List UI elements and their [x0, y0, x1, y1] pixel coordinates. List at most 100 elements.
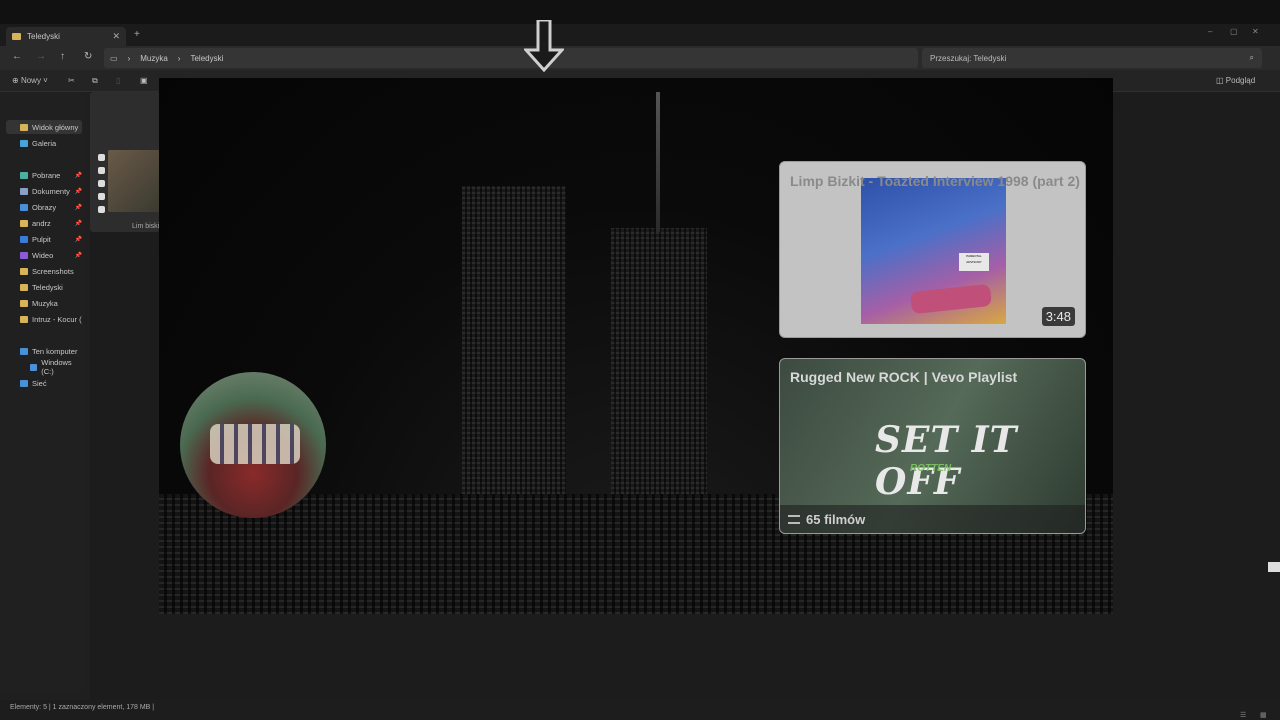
breadcrumb-teledyski[interactable]: Teledyski [190, 54, 223, 63]
breadcrumb-sep-icon: › [127, 53, 131, 63]
up-icon[interactable]: ↑ [60, 51, 65, 62]
address-row: ← → ↑ ↻ ▭ › Muzyka › Teledyski Przeszuka… [0, 46, 1280, 70]
folder-icon [20, 267, 28, 275]
pin-icon: 📌 [74, 220, 82, 227]
file-item[interactable]: Lim biski [90, 92, 160, 232]
new-button[interactable]: ⊕ Nowy ˅ [12, 76, 48, 85]
folder-icon [20, 235, 28, 243]
sidebar-item[interactable]: Pulpit 📌 [6, 232, 82, 246]
rename-icon[interactable]: ▣ [140, 76, 148, 85]
breadcrumb-muzyka[interactable]: Muzyka [140, 54, 168, 63]
sidebar-item-label: Teledyski [32, 282, 63, 292]
sidebar-item-label: andrz [32, 218, 51, 228]
desktop-top-strip [0, 0, 1280, 24]
folder-icon [20, 187, 28, 195]
playlist-count: 65 filmów [780, 505, 1085, 533]
address-bar[interactable]: ▭ › Muzyka › Teledyski [104, 48, 918, 68]
close-window-icon[interactable]: ✕ [1252, 27, 1259, 36]
sidebar-item[interactable]: Dokumenty 📌 [6, 184, 82, 198]
search-box[interactable]: Przeszukaj: Teledyski ⌕ [922, 48, 1262, 68]
sidebar-item-label: Dokumenty [32, 186, 70, 196]
sidebar-item-label: Muzyka [32, 298, 58, 308]
album-art-circle [180, 372, 326, 518]
playlist-card-vevo[interactable]: Rugged New ROCK | Vevo Playlist SET IT O… [779, 358, 1086, 534]
checkbox-icon[interactable] [98, 193, 105, 200]
pin-icon: 📌 [74, 204, 82, 211]
song-title: ROTTEN [910, 463, 952, 474]
checkbox-icon[interactable] [98, 206, 105, 213]
tower-antenna [656, 92, 660, 232]
new-tab-button[interactable]: + [134, 29, 140, 40]
band-name: SET IT OFF [875, 419, 1018, 503]
sidebar-item[interactable]: Ten komputer [6, 344, 82, 358]
sidebar-item[interactable]: Muzyka [6, 296, 82, 310]
sidebar-item-label: Screenshots [32, 266, 74, 276]
folder-icon [20, 139, 28, 147]
checkbox-icon[interactable] [98, 167, 105, 174]
tab-teledyski[interactable]: Teledyski ✕ [6, 27, 126, 46]
tab-label: Teledyski [27, 32, 60, 41]
details-view-icon[interactable]: ☰ [1240, 711, 1246, 719]
paste-icon[interactable]: ▯ [116, 76, 120, 85]
video-duration: 3:48 [1041, 307, 1075, 326]
sidebar-item[interactable]: Screenshots [6, 264, 82, 278]
folder-icon [20, 171, 28, 179]
folder-icon [30, 363, 38, 371]
pin-icon: 📌 [74, 252, 82, 259]
sidebar-item[interactable]: Wideo 📌 [6, 248, 82, 262]
tiles-view-icon[interactable]: ▦ [1260, 711, 1267, 719]
forward-icon[interactable]: → [36, 51, 46, 62]
folder-icon [20, 219, 28, 227]
video-overlay[interactable]: PARENTAL ADVISORY Limp Bizkit - Toazted I… [159, 78, 1113, 614]
preview-button[interactable]: ◫ Podgląd [1216, 76, 1255, 85]
sidebar-item-label: Sieć [32, 378, 47, 388]
sidebar-item-label: Pulpit [32, 234, 51, 244]
search-placeholder: Przeszukaj: Teledyski [930, 53, 1007, 63]
checkbox-icon[interactable] [98, 154, 105, 161]
video-thumbnail [108, 150, 160, 212]
sidebar-item[interactable]: Intruz - Kocur ( [6, 312, 82, 326]
close-tab-icon[interactable]: ✕ [112, 31, 120, 42]
sidebar-item[interactable]: andrz 📌 [6, 216, 82, 230]
sidebar-item[interactable]: Galeria [6, 136, 82, 150]
maximize-icon[interactable]: ▢ [1230, 27, 1238, 36]
status-text: Elementy: 5 | 1 zaznaczony element, 178 … [10, 704, 155, 711]
sidebar-item[interactable]: Widok główny [6, 120, 82, 134]
sidebar-item-label: Ten komputer [32, 346, 78, 356]
video-title: Limp Bizkit - Toazted Interview 1998 (pa… [790, 173, 1080, 189]
refresh-icon[interactable]: ↻ [84, 51, 92, 62]
parental-advisory-badge: PARENTAL ADVISORY [959, 253, 989, 271]
folder-icon [12, 33, 21, 40]
checkbox-icon[interactable] [98, 180, 105, 187]
sidebar-item[interactable]: Obrazy 📌 [6, 200, 82, 214]
cut-icon[interactable]: ✂ [68, 76, 75, 85]
navigation-pane: Widok główny Galeria Pobrane 📌 Dokumenty 📌 Obr… [0, 92, 84, 692]
scrollbar-marker [1268, 562, 1280, 572]
playlist-title: Rugged New ROCK | Vevo Playlist [790, 369, 1018, 385]
playlist-icon [788, 514, 800, 524]
computer-icon: ▭ [110, 53, 118, 63]
folder-icon [20, 299, 28, 307]
sidebar-item[interactable]: Pobrane 📌 [6, 168, 82, 182]
sidebar-item-label: Intruz - Kocur ( [32, 314, 82, 324]
copy-icon[interactable]: ⧉ [92, 76, 98, 86]
album-cover: PARENTAL ADVISORY [861, 178, 1006, 324]
file-name: Lim biski [132, 223, 160, 230]
video-card-limp-bizkit[interactable]: PARENTAL ADVISORY Limp Bizkit - Toazted I… [779, 161, 1086, 338]
minimize-icon[interactable]: – [1208, 27, 1212, 36]
cartoon-figures [210, 424, 300, 464]
sidebar-item[interactable]: Sieć [6, 376, 82, 390]
folder-icon [20, 251, 28, 259]
sidebar-item-label: Obrazy [32, 202, 57, 212]
sidebar-item[interactable]: Windows (C:) [6, 358, 82, 376]
pin-icon: 📌 [74, 172, 82, 179]
search-icon: ⌕ [1249, 53, 1254, 62]
pin-icon: 📌 [74, 188, 82, 195]
sidebar-item-label: Windows (C:) [41, 358, 72, 376]
folder-icon [20, 283, 28, 291]
status-bar: Elementy: 5 | 1 zaznaczony element, 178 … [0, 700, 1280, 720]
down-arrow-icon [524, 20, 564, 72]
back-icon[interactable]: ← [12, 51, 22, 62]
sidebar-item[interactable]: Teledyski [6, 280, 82, 294]
folder-icon [20, 123, 28, 131]
